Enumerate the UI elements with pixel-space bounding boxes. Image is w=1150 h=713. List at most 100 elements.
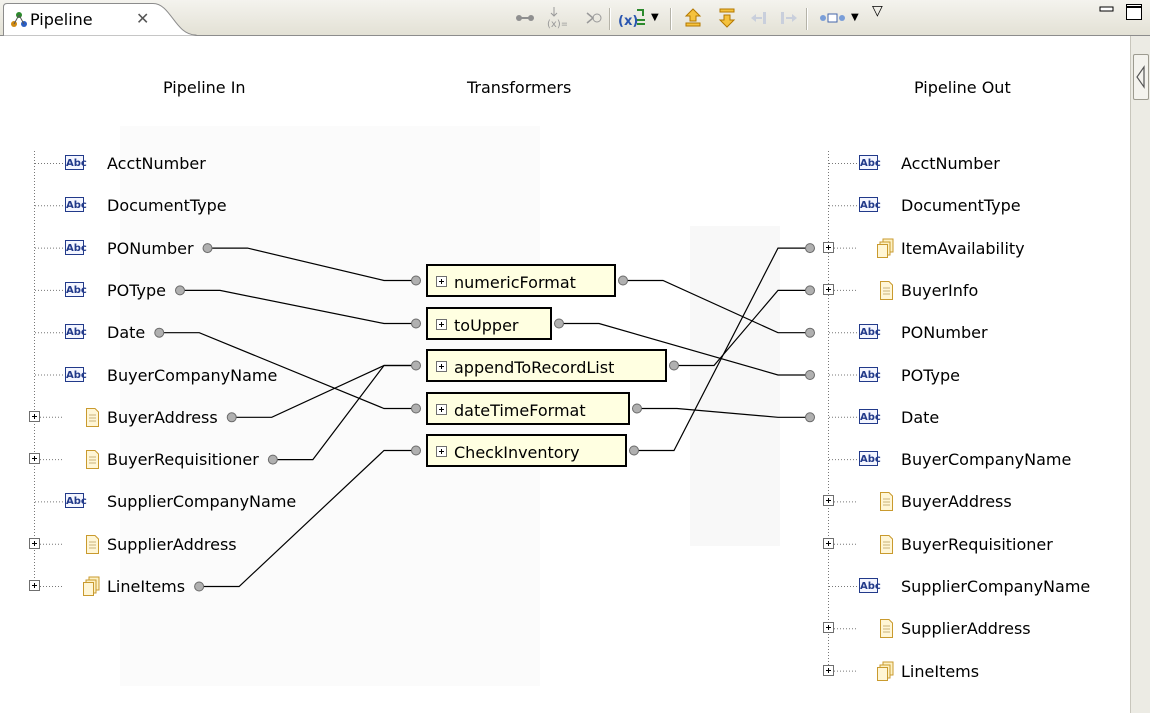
expand-icon[interactable] [29,580,40,591]
string-type-icon: Abc [859,155,881,170]
transformer-label: appendToRecordList [454,358,615,377]
transformer-numericformat[interactable]: numericFormat [426,264,616,297]
node-label: SupplierCompanyName [901,577,1091,596]
expand-icon[interactable] [436,404,447,415]
document-icon [877,534,895,558]
node-label: POType [107,280,166,300]
transformer-appendtorecordlist[interactable]: appendToRecordList [426,349,667,382]
node-label: DocumentType [901,196,1021,216]
connector-dot[interactable] [411,318,421,329]
collapse-panel-button[interactable] [1133,54,1149,100]
connector-dot[interactable] [632,403,642,414]
node-label: SupplierAddress [107,534,237,554]
string-type-icon: Abc [65,197,87,213]
link-wire[interactable] [623,279,810,334]
transformer-checkinventory[interactable]: CheckInventory [426,434,627,467]
transformer-label: toUpper [454,316,519,335]
document-list-icon [83,576,101,600]
string-type-icon: Abc [65,324,87,340]
expand-icon[interactable] [436,319,447,330]
connector-dot[interactable] [411,445,421,456]
expand-icon[interactable] [823,495,834,507]
node-label: SupplierAddress [901,619,1031,639]
connector-dot[interactable] [411,403,421,414]
document-icon [83,449,101,473]
node-label: SupplierCompanyName [107,492,297,512]
node-label: Date [901,407,940,427]
string-type-icon: Abc [65,493,87,509]
expand-icon[interactable] [823,622,834,634]
document-icon [83,534,101,558]
document-icon [877,491,895,515]
document-icon [83,407,101,431]
vertical-scrollbar[interactable] [1130,36,1150,713]
expand-icon[interactable] [436,446,447,457]
node-label: BuyerInfo [901,280,979,300]
node-label: DocumentType [107,196,227,216]
string-type-icon: Abc [859,366,881,382]
connector-dot[interactable] [154,327,165,338]
node-label: BuyerRequisitioner [107,450,259,470]
node-label: LineItems [107,577,186,596]
transformer-label: numericFormat [454,273,576,292]
node-label: PONumber [107,238,194,258]
node-label: AcctNumber [901,154,1000,173]
connector-dot[interactable] [411,360,421,371]
expand-icon[interactable] [823,537,834,549]
link-wire[interactable] [674,289,810,367]
expand-icon[interactable] [436,276,447,287]
document-icon [877,280,895,304]
document-list-icon [877,238,895,262]
connector-dot[interactable] [202,243,213,254]
string-type-icon: Abc [859,578,881,593]
connector-dot[interactable] [629,445,639,456]
connector-dot[interactable] [226,412,237,423]
expand-icon[interactable] [29,410,40,422]
node-label: BuyerAddress [901,492,1012,512]
expand-icon[interactable] [823,664,834,676]
node-label: AcctNumber [107,154,206,173]
connector-dot[interactable] [805,285,815,296]
connector-dot[interactable] [805,327,815,338]
connector-dot[interactable] [805,370,815,380]
transformer-toupper[interactable]: toUpper [426,307,552,340]
link-wire[interactable] [272,364,416,461]
connector-dot[interactable] [194,581,205,592]
expand-icon[interactable] [29,453,40,465]
expand-icon[interactable] [29,537,40,549]
node-label: LineItems [901,661,980,681]
document-icon [877,618,895,642]
connector-dot[interactable] [267,454,278,465]
link-wire[interactable] [180,289,416,325]
connector-dot[interactable] [411,275,421,286]
expand-icon[interactable] [436,361,447,372]
transformer-label: dateTimeFormat [454,401,586,420]
transformer-datetimeformat[interactable]: dateTimeFormat [426,392,630,425]
connector-dot[interactable] [805,412,815,423]
expand-icon[interactable] [823,241,834,253]
string-type-icon: Abc [65,239,87,255]
string-type-icon: Abc [65,281,87,297]
node-label: ItemAvailability [901,238,1025,258]
expand-icon[interactable] [823,283,834,295]
transformer-label: CheckInventory [454,443,580,462]
link-wire[interactable] [199,449,416,588]
link-wire[interactable] [207,247,416,282]
string-type-icon: Abc [859,197,881,213]
link-wire[interactable] [637,407,810,418]
node-label: BuyerCompanyName [901,450,1072,470]
node-label: BuyerRequisitioner [901,534,1053,554]
connector-dot[interactable] [669,360,679,371]
node-label: PONumber [901,323,988,343]
connector-dot[interactable] [175,285,185,296]
connector-dot[interactable] [618,275,628,286]
string-type-icon: Abc [859,324,881,340]
connector-dot[interactable] [805,243,815,254]
string-type-icon: Abc [65,366,87,382]
node-label: BuyerAddress [107,407,218,427]
string-type-icon: Abc [859,408,881,424]
string-type-icon: Abc [65,155,87,170]
connector-dot[interactable] [554,318,564,329]
string-type-icon: Abc [859,451,881,467]
node-label: Date [107,323,146,343]
